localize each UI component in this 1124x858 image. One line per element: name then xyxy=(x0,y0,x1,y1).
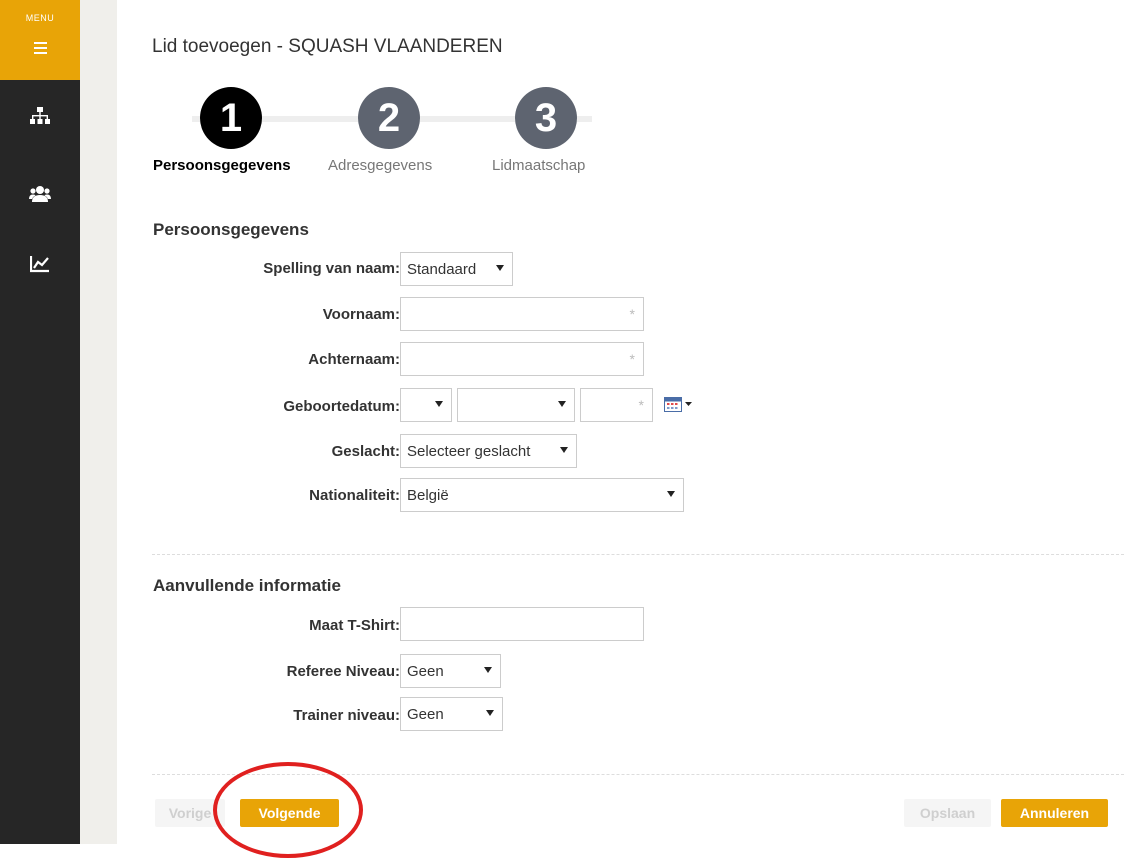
chart-icon xyxy=(30,256,49,273)
chevron-down-icon xyxy=(496,265,504,271)
chevron-down-icon xyxy=(558,401,566,407)
prev-button[interactable]: Vorige xyxy=(155,799,225,827)
section-title-extra: Aanvullende informatie xyxy=(153,576,341,595)
menu-button[interactable]: MENU xyxy=(0,0,80,80)
step-1-label[interactable]: Persoonsgegevens xyxy=(153,157,291,174)
spelling-select[interactable]: Standaard xyxy=(400,252,513,286)
firstname-label: Voornaam: xyxy=(322,306,400,323)
sitemap-icon xyxy=(30,107,50,124)
required-star-icon: * xyxy=(629,306,635,322)
users-icon xyxy=(29,186,51,202)
referee-value: Geen xyxy=(407,662,444,680)
spelling-label: Spelling van naam: xyxy=(263,260,400,277)
lastname-field[interactable]: * xyxy=(400,342,644,376)
birthdate-label: Geboortedatum: xyxy=(283,398,400,415)
trainer-select[interactable]: Geen xyxy=(400,697,503,731)
birthdate-day-select[interactable] xyxy=(400,388,452,422)
save-button[interactable]: Opslaan xyxy=(904,799,991,827)
nationality-select[interactable]: België xyxy=(400,478,684,512)
gender-select[interactable]: Selecteer geslacht xyxy=(400,434,577,468)
gender-label: Geslacht: xyxy=(331,443,400,460)
lastname-label: Achternaam: xyxy=(308,351,400,368)
chevron-down-icon xyxy=(560,447,568,453)
calendar-icon xyxy=(664,397,692,412)
tshirt-field[interactable] xyxy=(400,607,644,641)
spelling-value: Standaard xyxy=(407,260,477,278)
firstname-field[interactable]: * xyxy=(400,297,644,331)
required-star-icon: * xyxy=(638,397,644,413)
section-divider xyxy=(152,554,1124,555)
trainer-label: Trainer niveau: xyxy=(293,707,400,724)
required-star-icon: * xyxy=(629,351,635,367)
sidebar: MENU xyxy=(0,0,80,844)
date-picker-button[interactable] xyxy=(664,396,694,417)
chevron-down-icon xyxy=(486,710,494,716)
gender-value: Selecteer geslacht xyxy=(407,442,531,460)
section-title-personal: Persoonsgegevens xyxy=(153,220,309,239)
sidebar-item-members[interactable] xyxy=(0,174,80,214)
gutter xyxy=(80,0,117,844)
step-2-label[interactable]: Adresgegevens xyxy=(328,157,432,174)
step-1-circle[interactable]: 1 xyxy=(200,87,262,149)
tshirt-label: Maat T-Shirt: xyxy=(309,617,400,634)
nationality-label: Nationaliteit: xyxy=(309,487,400,504)
main-content: Lid toevoegen - SQUASH VLAANDEREN 1 2 3 … xyxy=(117,0,1124,844)
step-2-circle[interactable]: 2 xyxy=(358,87,420,149)
nationality-value: België xyxy=(407,486,449,504)
menu-label: MENU xyxy=(25,13,55,23)
birthdate-month-select[interactable] xyxy=(457,388,575,422)
hamburger-icon xyxy=(34,42,47,54)
birthdate-year-field[interactable]: * xyxy=(580,388,653,422)
referee-select[interactable]: Geen xyxy=(400,654,501,688)
footer-divider xyxy=(152,774,1124,775)
sidebar-item-organisation[interactable] xyxy=(0,96,80,136)
trainer-value: Geen xyxy=(407,705,444,723)
chevron-down-icon xyxy=(484,667,492,673)
cancel-button[interactable]: Annuleren xyxy=(1001,799,1108,827)
sidebar-item-statistics[interactable] xyxy=(0,244,80,284)
referee-label: Referee Niveau: xyxy=(286,663,400,680)
chevron-down-icon xyxy=(435,401,443,407)
step-3-label[interactable]: Lidmaatschap xyxy=(492,157,585,174)
chevron-down-icon xyxy=(667,491,675,497)
page-title: Lid toevoegen - SQUASH VLAANDEREN xyxy=(152,36,503,57)
step-3-circle[interactable]: 3 xyxy=(515,87,577,149)
next-button[interactable]: Volgende xyxy=(240,799,339,827)
